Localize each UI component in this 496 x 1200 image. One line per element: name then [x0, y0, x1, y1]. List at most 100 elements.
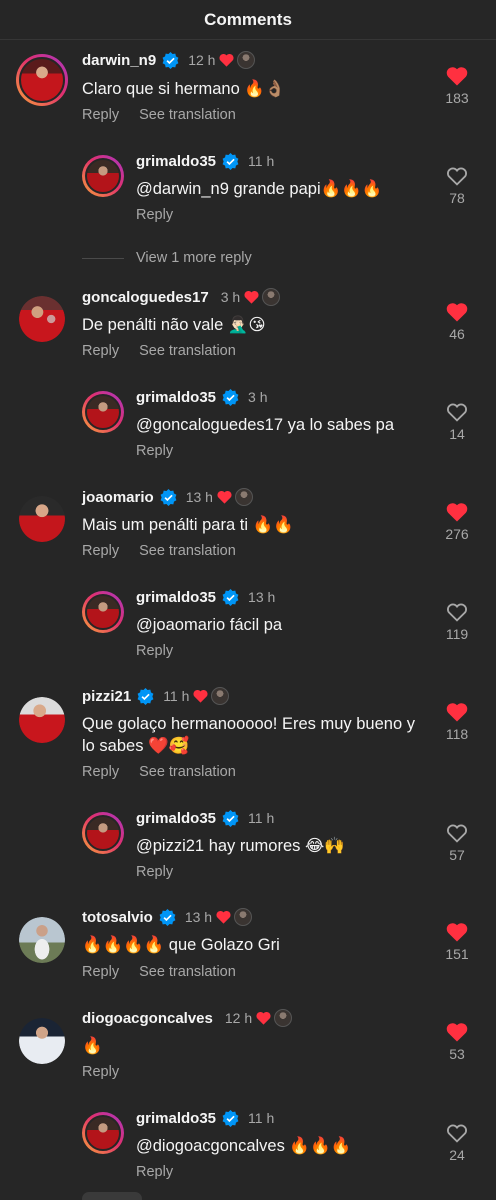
reply-button[interactable]: Reply — [82, 543, 119, 559]
author-mini-avatar — [237, 51, 256, 69]
timestamp: 11 h — [248, 810, 275, 826]
see-translation-button[interactable]: See translation — [139, 964, 236, 980]
reply-button[interactable]: Reply — [136, 207, 173, 223]
reply-button[interactable]: Reply — [82, 964, 119, 980]
like-count: 151 — [445, 946, 469, 962]
like-button[interactable]: 14 — [437, 402, 477, 442]
reply-button[interactable]: Reply — [136, 1164, 173, 1180]
timestamp: 11 h — [248, 153, 275, 169]
see-translation-button[interactable]: See translation — [139, 764, 236, 780]
author-mini-avatar — [211, 687, 230, 705]
verified-badge-icon — [222, 588, 239, 606]
reply-button[interactable]: Reply — [82, 343, 119, 359]
like-button[interactable]: 119 — [437, 602, 477, 642]
username[interactable]: grimaldo35 — [136, 1110, 216, 1127]
verified-badge-icon — [137, 687, 154, 705]
verified-badge-icon — [222, 152, 239, 170]
timestamp: 3 h — [220, 289, 241, 305]
liked-by-author-heart-icon — [216, 910, 231, 924]
avatar[interactable] — [82, 1112, 124, 1154]
author-mini-avatar — [262, 288, 281, 306]
timestamp: 13 h — [184, 909, 213, 925]
like-count: 118 — [445, 726, 469, 742]
heart-outline-icon — [447, 603, 467, 622]
avatar[interactable] — [82, 812, 124, 854]
username[interactable]: joaomario — [82, 489, 154, 506]
avatar[interactable] — [19, 496, 65, 542]
like-count: 57 — [449, 847, 465, 863]
like-button[interactable]: 53 — [437, 1022, 477, 1062]
like-count: 53 — [449, 1046, 465, 1062]
comment-text-line-2: lo sabes ❤️🥰 — [82, 737, 190, 755]
comment-text: 🔥 — [82, 1037, 103, 1055]
heart-outline-icon — [447, 1124, 467, 1143]
like-count: 14 — [449, 426, 465, 442]
avatar[interactable] — [82, 155, 124, 197]
view-more-replies-button[interactable]: View 1 more reply — [82, 250, 252, 266]
comment-text-line-1: Que golaço hermanooooo! Eres muy bueno y — [82, 715, 415, 733]
timestamp: 13 h — [248, 589, 276, 605]
liked-by-author-heart-icon — [256, 1011, 271, 1025]
like-count: 46 — [449, 326, 465, 342]
author-mini-avatar — [234, 488, 253, 506]
like-button[interactable]: 24 — [437, 1123, 477, 1163]
username[interactable]: grimaldo35 — [136, 389, 216, 406]
comment-text: 🔥🔥🔥🔥 que Golazo Gri — [82, 936, 280, 954]
like-button[interactable]: 57 — [437, 823, 477, 863]
reply-button[interactable]: Reply — [136, 864, 173, 880]
verified-badge-icon — [162, 51, 179, 69]
username[interactable]: darwin_n9 — [82, 52, 156, 69]
username[interactable]: grimaldo35 — [136, 589, 216, 606]
avatar[interactable] — [82, 391, 124, 433]
like-count: 24 — [449, 1147, 465, 1163]
avatar[interactable] — [82, 591, 124, 633]
header: Comments — [0, 0, 496, 40]
comment-text: @diogoacgoncalves 🔥🔥🔥 — [136, 1137, 352, 1155]
like-button[interactable]: 276 — [437, 502, 477, 542]
username[interactable]: totosalvio — [82, 909, 153, 926]
heart-filled-icon — [446, 923, 468, 942]
timestamp: 12 h — [224, 1010, 253, 1026]
username[interactable]: grimaldo35 — [136, 153, 216, 170]
divider — [82, 257, 124, 259]
next-reply-partial — [82, 1192, 142, 1200]
see-translation-button[interactable]: See translation — [139, 107, 236, 123]
like-button[interactable]: 118 — [437, 702, 477, 742]
avatar[interactable] — [19, 296, 65, 342]
username[interactable]: goncaloguedes17 — [82, 289, 209, 306]
username[interactable]: grimaldo35 — [136, 810, 216, 827]
username[interactable]: diogoacgoncalves — [82, 1010, 213, 1027]
avatar[interactable] — [19, 1018, 65, 1064]
avatar[interactable] — [16, 54, 68, 106]
heart-outline-icon — [447, 824, 467, 843]
username[interactable]: pizzi21 — [82, 688, 131, 705]
verified-badge-icon — [159, 908, 176, 926]
see-translation-button[interactable]: See translation — [139, 343, 236, 359]
like-button[interactable]: 151 — [437, 922, 477, 962]
reply-button[interactable]: Reply — [82, 764, 119, 780]
liked-by-author-heart-icon — [244, 290, 259, 304]
timestamp: 12 h — [188, 52, 216, 68]
avatar[interactable] — [19, 917, 65, 963]
heart-outline-icon — [447, 167, 467, 186]
like-button[interactable]: 183 — [437, 66, 477, 106]
like-count: 183 — [445, 90, 469, 106]
reply-button[interactable]: Reply — [82, 107, 119, 123]
like-button[interactable]: 78 — [437, 166, 477, 206]
heart-filled-icon — [446, 67, 468, 86]
reply-button[interactable]: Reply — [136, 443, 173, 459]
heart-filled-icon — [446, 1023, 468, 1042]
reply-button[interactable]: Reply — [136, 643, 173, 659]
heart-filled-icon — [446, 703, 468, 722]
reply-button[interactable]: Reply — [82, 1064, 119, 1080]
view-more-label: View 1 more reply — [136, 250, 252, 266]
comment-text: @goncaloguedes17 ya lo sabes pa — [136, 416, 395, 434]
like-button[interactable]: 46 — [437, 302, 477, 342]
liked-by-author-heart-icon — [217, 490, 232, 504]
comment-text: Claro que si hermano 🔥👌🏽 — [82, 80, 286, 98]
like-count: 276 — [445, 526, 469, 542]
verified-badge-icon — [222, 1109, 239, 1127]
see-translation-button[interactable]: See translation — [139, 543, 236, 559]
comment-text: @darwin_n9 grande papi🔥🔥🔥 — [136, 180, 383, 198]
avatar[interactable] — [19, 697, 65, 743]
